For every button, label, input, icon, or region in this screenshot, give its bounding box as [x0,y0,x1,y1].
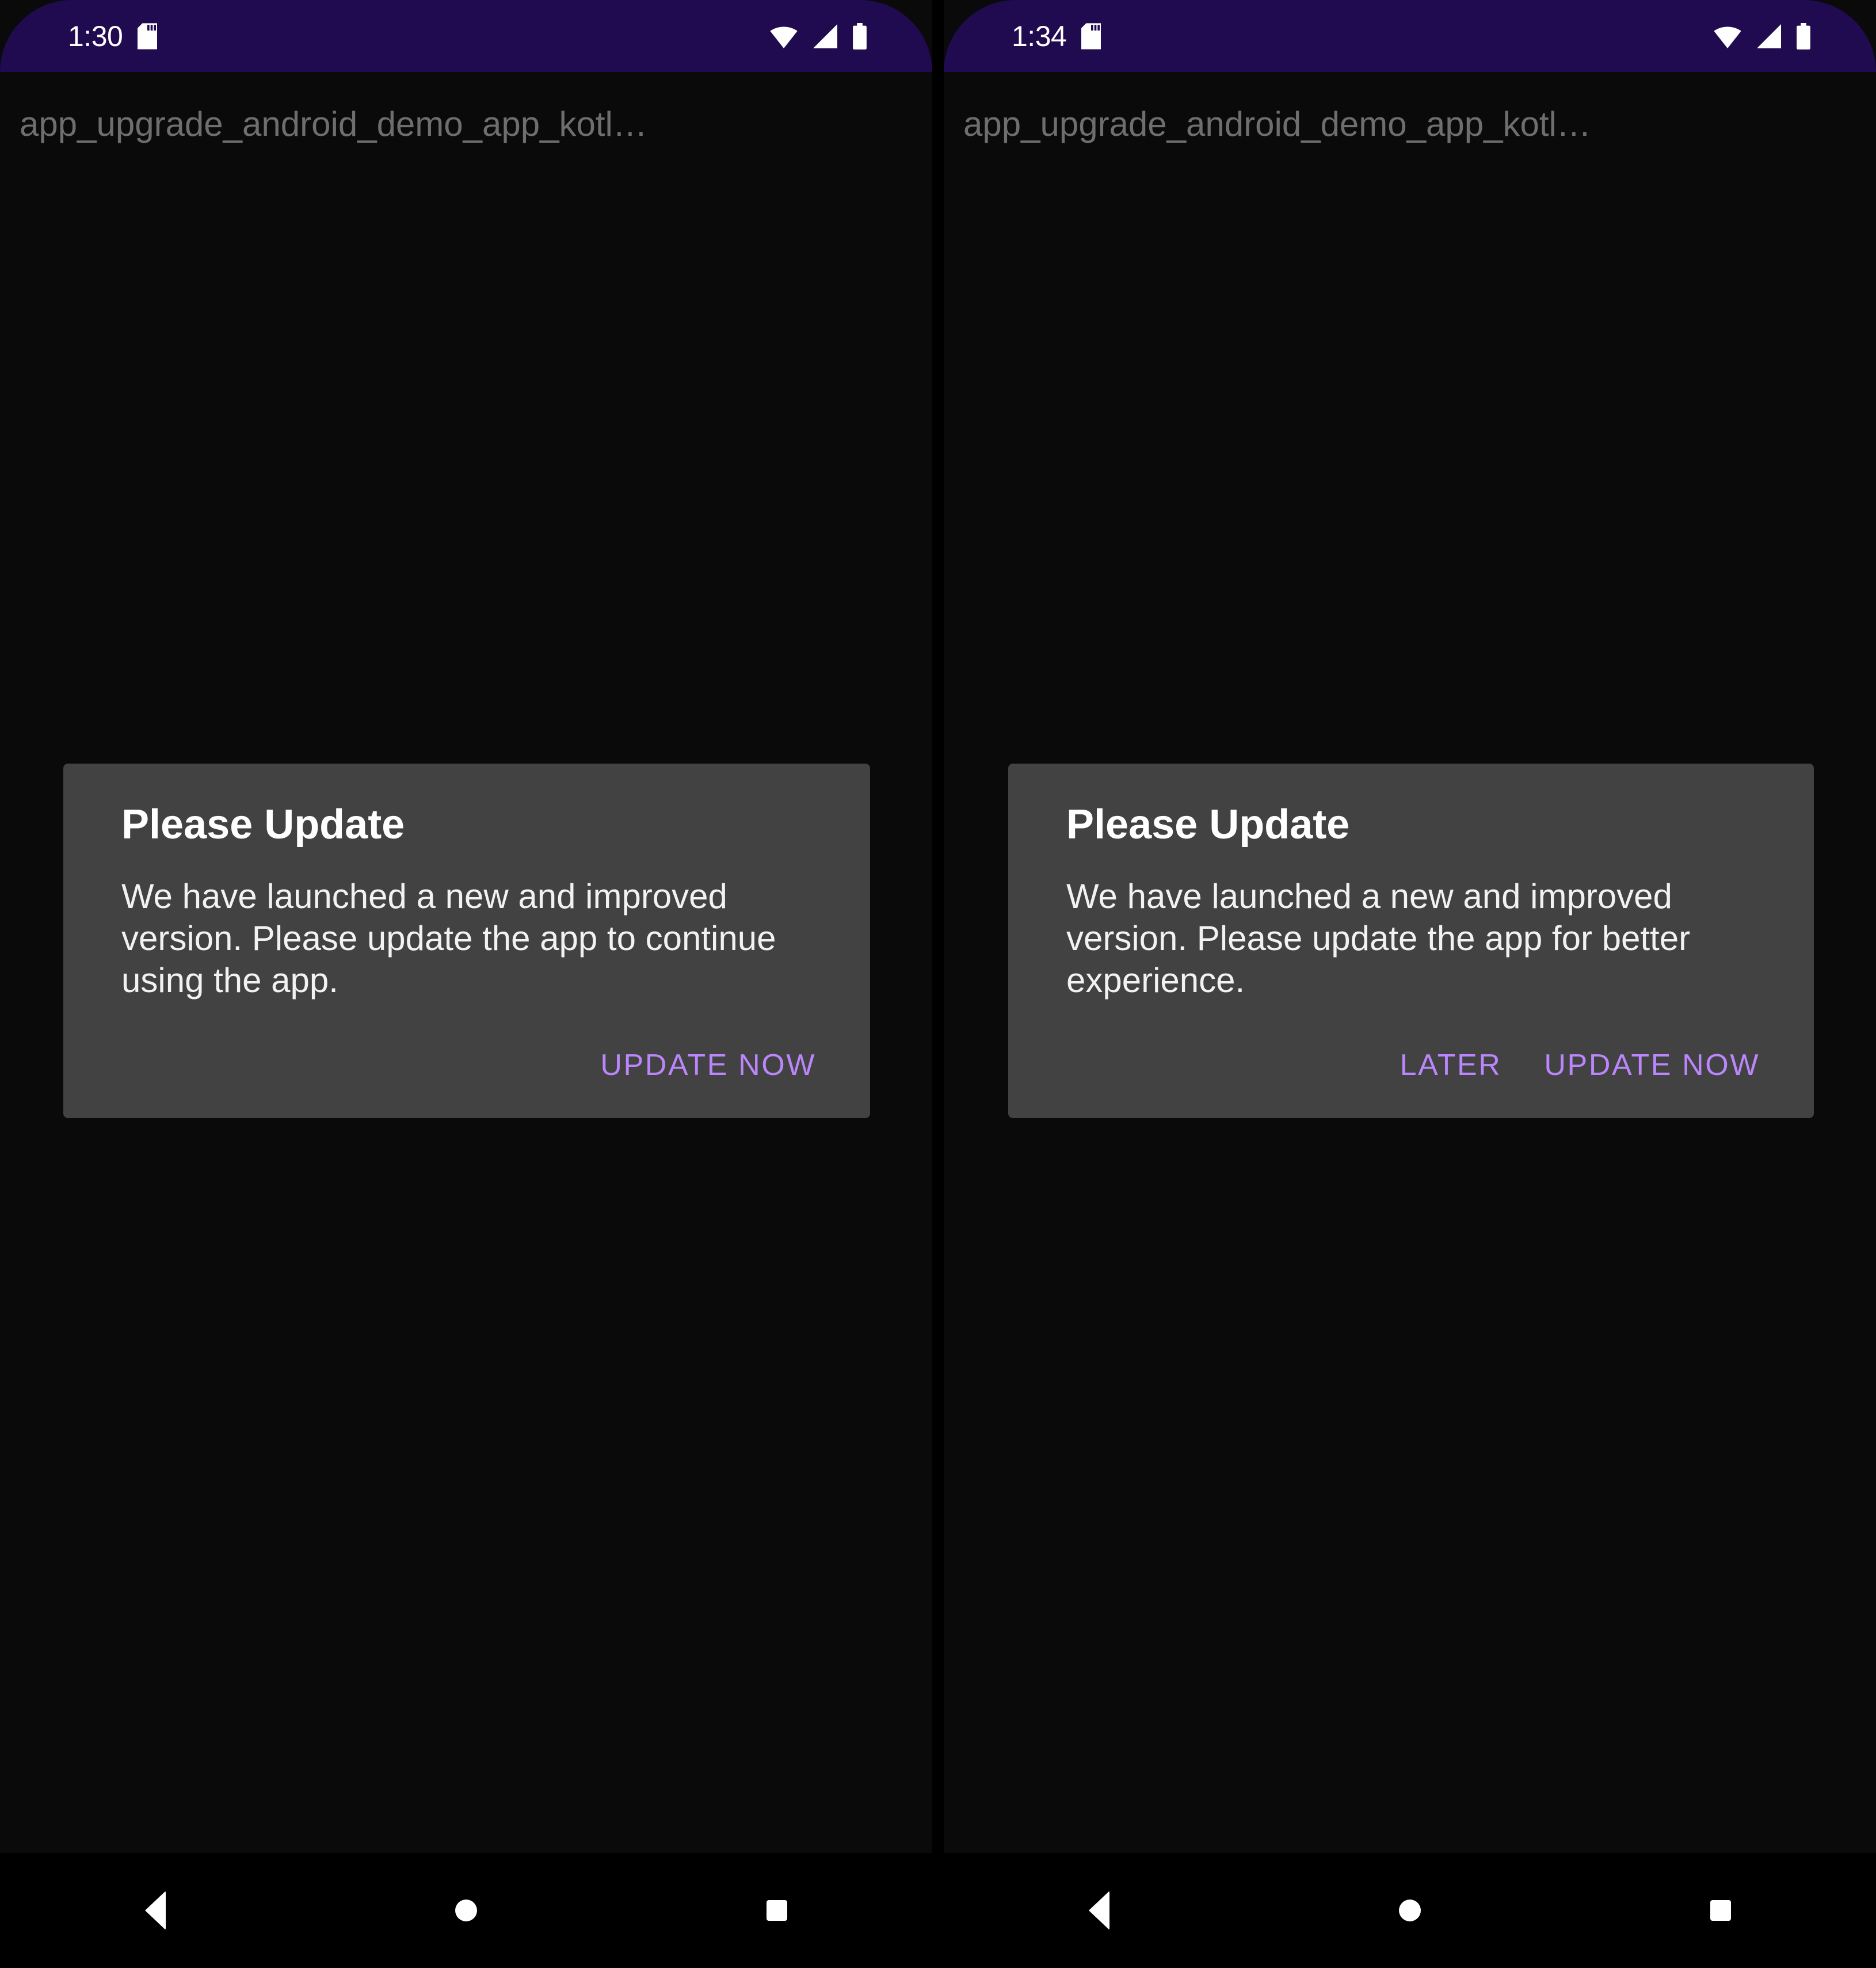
home-circle-icon [1399,1900,1421,1921]
nav-back-button[interactable] [104,1853,207,1968]
dialog-title: Please Update [1066,802,1350,848]
system-navigation-bar [0,1853,1876,1968]
cellular-signal-icon [811,24,839,48]
battery-icon [1795,22,1812,49]
nav-recents-button[interactable] [725,1853,829,1968]
sd-card-icon [1081,22,1101,49]
status-bar: 1:30 [0,0,932,72]
status-bar: 1:34 [944,0,1876,72]
status-bar-right [769,0,868,72]
update-dialog: Please Update We have launched a new and… [63,764,870,1118]
dialog-actions: LATER UPDATE NOW [1046,1038,1776,1093]
update-dialog: Please Update We have launched a new and… [1008,764,1814,1118]
wifi-icon [769,24,799,48]
status-clock: 1:34 [1012,20,1067,52]
nav-home-button[interactable] [414,1853,518,1968]
phone-screen-forced-update: 1:30 app_upgrade_android_demo_app_kotl… … [0,0,932,1853]
recents-square-icon [767,1900,787,1921]
nav-home-button[interactable] [1358,1853,1462,1968]
status-bar-right [1713,0,1812,72]
update-now-button[interactable]: UPDATE NOW [584,1038,832,1093]
wifi-icon [1713,24,1742,48]
cellular-signal-icon [1755,24,1783,48]
app-title: app_upgrade_android_demo_app_kotl… [963,105,1591,143]
screenshot-pair: 1:30 app_upgrade_android_demo_app_kotl… … [0,0,1876,1968]
nav-recents-button[interactable] [1669,1853,1772,1968]
app-title: app_upgrade_android_demo_app_kotl… [20,105,647,143]
sd-card-icon [138,22,158,49]
back-triangle-icon [1089,1891,1109,1930]
nav-group-right [944,1853,1876,1968]
dialog-message: We have launched a new and improved vers… [1066,877,1691,1000]
update-now-button[interactable]: UPDATE NOW [1528,1038,1776,1093]
battery-icon [852,22,868,49]
screenshot-divider [932,0,944,1853]
status-clock: 1:30 [68,20,123,52]
dialog-message: We have launched a new and improved vers… [121,877,776,1000]
nav-group-left [0,1853,932,1968]
nav-back-button[interactable] [1047,1853,1151,1968]
status-bar-left: 1:34 [1012,0,1101,72]
recents-square-icon [1710,1900,1731,1921]
home-circle-icon [455,1900,477,1921]
dialog-actions: UPDATE NOW [101,1038,832,1093]
back-triangle-icon [145,1891,166,1930]
status-bar-left: 1:30 [68,0,158,72]
later-button[interactable]: LATER [1384,1038,1518,1093]
dialog-title: Please Update [121,802,405,848]
phone-screen-optional-update: 1:34 app_upgrade_android_demo_app_kotl… … [944,0,1876,1853]
